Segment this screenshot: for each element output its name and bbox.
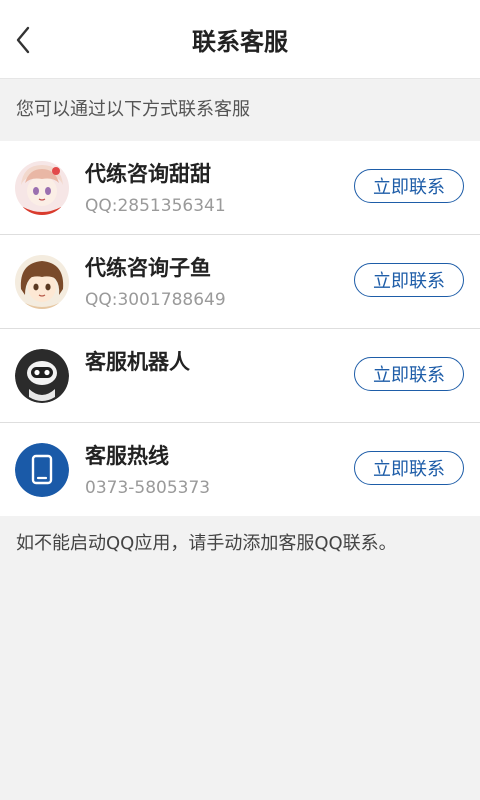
robot-icon xyxy=(15,348,69,403)
tablet-phone-icon xyxy=(15,442,69,497)
back-button[interactable] xyxy=(14,25,32,55)
back-chevron-icon xyxy=(16,26,30,54)
contact-list: 代练咨询甜甜 QQ:2851356341 立即联系 代练咨询子鱼 QQ:3001… xyxy=(0,141,480,516)
contact-now-button[interactable]: 立即联系 xyxy=(354,263,464,297)
contact-row: 客服机器人 立即联系 xyxy=(0,329,480,423)
contact-row: 客服热线 0373-5805373 立即联系 xyxy=(0,423,480,516)
contact-now-button[interactable]: 立即联系 xyxy=(354,451,464,485)
avatar-ziyu xyxy=(15,254,69,309)
top-bar: 联系客服 xyxy=(0,0,480,79)
contact-row: 代练咨询甜甜 QQ:2851356341 立即联系 xyxy=(0,141,480,235)
contact-now-button[interactable]: 立即联系 xyxy=(354,357,464,391)
page-title: 联系客服 xyxy=(192,27,288,56)
avatar-tiantian xyxy=(15,160,69,215)
contact-row: 代练咨询子鱼 QQ:3001788649 立即联系 xyxy=(0,235,480,329)
hint-text: 您可以通过以下方式联系客服 xyxy=(16,99,250,120)
footer-note: 如不能启动QQ应用，请手动添加客服QQ联系。 xyxy=(16,533,397,554)
contact-now-button[interactable]: 立即联系 xyxy=(354,169,464,203)
